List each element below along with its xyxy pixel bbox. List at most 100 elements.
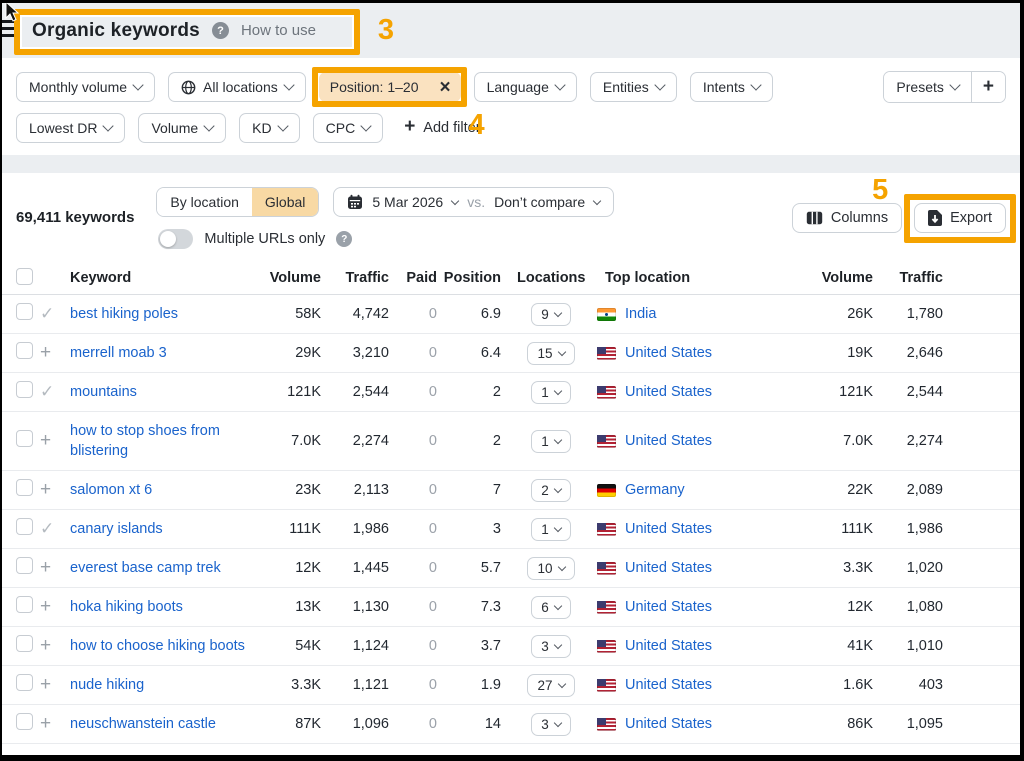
compare-value[interactable]: Don’t compare [494,194,585,210]
col-header-traffic[interactable]: Traffic [325,270,393,286]
row-checkbox[interactable] [16,342,33,359]
volume-filter[interactable]: Volume [138,113,226,143]
top-location-volume-cell: 12K [792,599,877,615]
global-segment[interactable]: Global [252,188,318,216]
keyword-link[interactable]: salomon xt 6 [70,482,152,498]
by-location-segment[interactable]: By location [157,188,251,216]
date-value[interactable]: 5 Mar 2026 [372,194,443,210]
col-header-position[interactable]: Position [441,270,505,286]
col-header-volume[interactable]: Volume [255,270,325,286]
row-state-icon[interactable]: + [40,557,70,579]
col-header-top-location[interactable]: Top location [597,270,792,286]
language-filter[interactable]: Language [474,72,577,102]
top-location-link[interactable]: United States [625,521,712,537]
close-icon[interactable]: × [429,78,460,97]
top-location-link[interactable]: United States [625,345,712,361]
top-location-cell: United States [597,599,792,615]
row-state-icon[interactable]: + [40,479,70,501]
locations-select[interactable]: 1 [531,381,571,404]
add-preset-button[interactable]: + [972,72,1005,102]
keyword-link[interactable]: how to choose hiking boots [70,638,245,654]
top-location-link[interactable]: Germany [625,482,685,498]
globe-icon [181,80,196,95]
top-location-traffic-cell: 2,089 [877,482,947,498]
top-location-link[interactable]: United States [625,716,712,732]
locations-select[interactable]: 9 [531,303,571,326]
row-state-icon[interactable]: + [40,674,70,696]
top-location-link[interactable]: United States [625,638,712,654]
cpc-filter[interactable]: CPC [313,113,384,143]
row-state-icon[interactable]: + [40,713,70,735]
keyword-link[interactable]: nude hiking [70,677,144,693]
top-location-link[interactable]: United States [625,677,712,693]
help-icon[interactable]: ? [336,231,352,247]
position-filter-pill[interactable]: Position: 1–20 × [319,72,461,102]
traffic-cell: 2,544 [325,384,393,400]
row-checkbox[interactable] [16,596,33,613]
row-state-icon[interactable]: ✓ [40,304,70,324]
presets-button[interactable]: Presets [884,72,970,102]
row-state-icon[interactable]: + [40,342,70,364]
row-state-icon[interactable]: + [40,596,70,618]
columns-button[interactable]: Columns [792,203,902,233]
top-location-link[interactable]: United States [625,433,712,449]
row-checkbox[interactable] [16,674,33,691]
row-state-icon[interactable]: + [40,430,70,452]
locations-select[interactable]: 6 [531,596,571,619]
row-checkbox[interactable] [16,557,33,574]
locations-select[interactable]: 10 [527,557,574,580]
locations-select[interactable]: 27 [527,674,574,697]
lowest-dr-filter[interactable]: Lowest DR [16,113,125,143]
keyword-link[interactable]: canary islands [70,521,163,537]
locations-select[interactable]: 3 [531,713,571,736]
keyword-link[interactable]: hoka hiking boots [70,599,183,615]
top-location-cell: United States [597,716,792,732]
keyword-link[interactable]: best hiking poles [70,306,178,322]
top-location-link[interactable]: United States [625,384,712,400]
col-header-locations[interactable]: Locations [505,270,597,286]
locations-select[interactable]: 15 [527,342,574,365]
row-checkbox[interactable] [16,518,33,535]
top-location-link[interactable]: India [625,306,656,322]
col-header-traffic-2[interactable]: Traffic [877,270,947,286]
locations-select[interactable]: 1 [531,430,571,453]
row-checkbox[interactable] [16,713,33,730]
monthly-volume-label: Monthly volume [29,79,127,95]
top-location-link[interactable]: United States [625,599,712,615]
row-checkbox[interactable] [16,381,33,398]
multiple-urls-toggle[interactable] [158,229,193,249]
locations-select[interactable]: 1 [531,518,571,541]
kd-filter[interactable]: KD [239,113,299,143]
keyword-link[interactable]: everest base camp trek [70,560,221,576]
row-checkbox[interactable] [16,635,33,652]
export-button[interactable]: Export [914,203,1006,233]
keyword-link[interactable]: neuschwanstein castle [70,716,216,732]
traffic-cell: 4,742 [325,306,393,322]
paid-cell: 0 [393,482,441,498]
all-locations-filter[interactable]: All locations [168,72,306,102]
keyword-link[interactable]: merrell moab 3 [70,345,167,361]
row-state-icon[interactable]: ✓ [40,519,70,539]
keyword-link[interactable]: mountains [70,384,137,400]
intents-filter[interactable]: Intents [690,72,773,102]
entities-filter[interactable]: Entities [590,72,677,102]
top-location-link[interactable]: United States [625,560,712,576]
monthly-volume-filter[interactable]: Monthly volume [16,72,155,102]
locations-select[interactable]: 3 [531,635,571,658]
col-header-keyword[interactable]: Keyword [70,270,255,286]
top-location-cell: Germany [597,482,792,498]
select-all-checkbox[interactable] [16,268,33,285]
locations-select[interactable]: 2 [531,479,571,502]
date-compare-select[interactable]: 5 Mar 2026 vs. Don’t compare [333,187,614,217]
col-header-paid[interactable]: Paid [393,270,441,286]
row-checkbox[interactable] [16,303,33,320]
row-checkbox[interactable] [16,479,33,496]
row-checkbox[interactable] [16,430,33,447]
chevron-down-icon [554,718,562,726]
col-header-volume-2[interactable]: Volume [792,270,877,286]
keyword-link[interactable]: how to stop shoes from blistering [70,423,220,459]
help-icon[interactable]: ? [212,22,229,39]
how-to-use-link[interactable]: How to use [241,22,316,39]
row-state-icon[interactable]: + [40,635,70,657]
row-state-icon[interactable]: ✓ [40,382,70,402]
